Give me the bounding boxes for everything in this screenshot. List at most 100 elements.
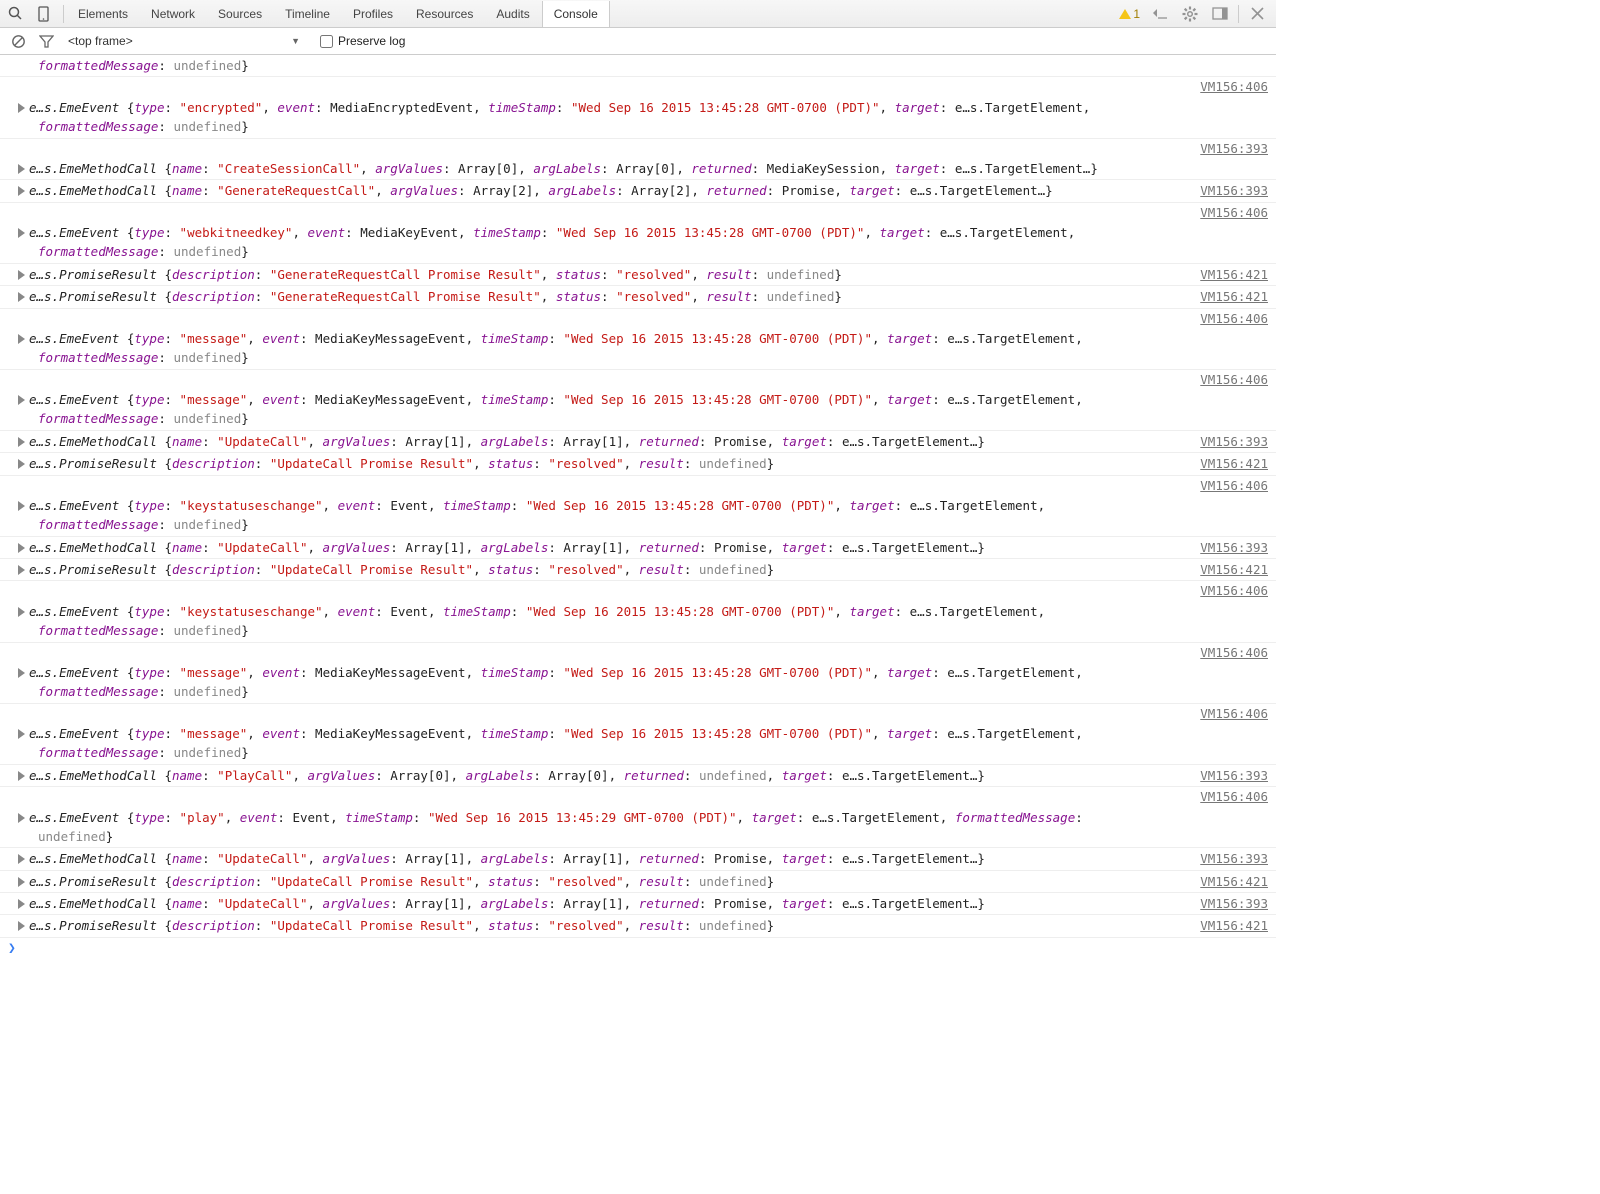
source-link[interactable]: VM156:421 — [1192, 454, 1268, 473]
expand-icon[interactable] — [18, 501, 25, 511]
console-log-entry[interactable]: VM156:393e…s.EmeMethodCall {name: "Updat… — [0, 893, 1276, 915]
console-log-entry[interactable]: VM156:421e…s.PromiseResult {description:… — [0, 871, 1276, 893]
source-link[interactable]: VM156:421 — [1192, 560, 1268, 579]
device-mode-icon[interactable] — [30, 0, 60, 28]
expand-icon[interactable] — [18, 186, 25, 196]
settings-gear-icon[interactable] — [1175, 0, 1205, 28]
console-log-entry[interactable]: VM156:393e…s.EmeMethodCall {name: "Updat… — [0, 537, 1276, 559]
source-link[interactable]: VM156:393 — [1192, 141, 1268, 156]
console-source-link-row: VM156:406 — [0, 370, 1276, 389]
source-link[interactable]: VM156:406 — [1192, 205, 1268, 220]
console-log-entry[interactable]: VM156:421e…s.PromiseResult {description:… — [0, 915, 1276, 937]
expand-icon[interactable] — [18, 459, 25, 469]
preserve-log-input[interactable] — [320, 35, 333, 48]
source-link[interactable]: VM156:406 — [1192, 583, 1268, 598]
tab-elements[interactable]: Elements — [67, 1, 140, 27]
expand-icon[interactable] — [18, 103, 25, 113]
source-link[interactable]: VM156:421 — [1192, 872, 1268, 891]
console-log-entry[interactable]: e…s.EmeEvent {type: "encrypted", event: … — [0, 97, 1276, 139]
source-link[interactable]: VM156:406 — [1192, 789, 1268, 804]
console-log-entry[interactable]: VM156:393e…s.EmeMethodCall {name: "PlayC… — [0, 765, 1276, 787]
console-log-entry[interactable]: VM156:421e…s.PromiseResult {description:… — [0, 453, 1276, 475]
console-log-entry[interactable]: e…s.EmeEvent {type: "play", event: Event… — [0, 807, 1276, 849]
expand-icon[interactable] — [18, 668, 25, 678]
expand-icon[interactable] — [18, 899, 25, 909]
preserve-log-checkbox[interactable]: Preserve log — [320, 34, 405, 48]
source-link[interactable]: VM156:406 — [1192, 478, 1268, 493]
expand-icon[interactable] — [18, 292, 25, 302]
console-source-link-row: VM156:406 — [0, 643, 1276, 662]
expand-icon[interactable] — [18, 921, 25, 931]
console-log-entry[interactable]: e…s.EmeEvent {type: "message", event: Me… — [0, 328, 1276, 370]
expand-icon[interactable] — [18, 270, 25, 280]
console-log-entry[interactable]: VM156:421e…s.PromiseResult {description:… — [0, 559, 1276, 581]
console-source-link-row: VM156:406 — [0, 309, 1276, 328]
source-link[interactable]: VM156:421 — [1192, 916, 1268, 935]
tab-audits[interactable]: Audits — [485, 1, 541, 27]
expand-icon[interactable] — [18, 543, 25, 553]
console-log-entry[interactable]: e…s.EmeMethodCall {name: "CreateSessionC… — [0, 158, 1276, 180]
source-link[interactable]: VM156:393 — [1192, 432, 1268, 451]
source-link[interactable]: VM156:421 — [1192, 265, 1268, 284]
warnings-badge[interactable]: 1 — [1114, 7, 1145, 21]
console-log-entry[interactable]: e…s.EmeEvent {type: "keystatuseschange",… — [0, 601, 1276, 643]
tab-sources[interactable]: Sources — [207, 1, 274, 27]
tab-resources[interactable]: Resources — [405, 1, 485, 27]
expand-icon[interactable] — [18, 228, 25, 238]
source-link[interactable]: VM156:393 — [1192, 538, 1268, 557]
source-link[interactable]: VM156:406 — [1192, 79, 1268, 94]
clear-console-icon[interactable] — [6, 29, 30, 53]
source-link[interactable]: VM156:406 — [1192, 706, 1268, 721]
console-log-entry[interactable]: VM156:393e…s.EmeMethodCall {name: "Updat… — [0, 848, 1276, 870]
source-link[interactable]: VM156:393 — [1192, 849, 1268, 868]
console-source-link-row: VM156:406 — [0, 704, 1276, 723]
tab-profiles[interactable]: Profiles — [342, 1, 405, 27]
source-link[interactable]: VM156:393 — [1192, 894, 1268, 913]
source-link[interactable]: VM156:406 — [1192, 372, 1268, 387]
tab-console[interactable]: Console — [542, 1, 610, 27]
panel-tabs: ElementsNetworkSourcesTimelineProfilesRe… — [67, 1, 1114, 27]
expand-icon[interactable] — [18, 437, 25, 447]
chevron-down-icon: ▼ — [291, 36, 300, 46]
console-log-entry[interactable]: VM156:421e…s.PromiseResult {description:… — [0, 264, 1276, 286]
frame-selector[interactable]: <top frame> ▼ — [62, 32, 306, 50]
tab-network[interactable]: Network — [140, 1, 207, 27]
expand-icon[interactable] — [18, 729, 25, 739]
expand-icon[interactable] — [18, 164, 25, 174]
source-link[interactable]: VM156:406 — [1192, 311, 1268, 326]
console-log-entry[interactable]: e…s.EmeEvent {type: "message", event: Me… — [0, 389, 1276, 431]
source-link[interactable]: VM156:406 — [1192, 645, 1268, 660]
console-log-entry[interactable]: VM156:421e…s.PromiseResult {description:… — [0, 286, 1276, 308]
tab-timeline[interactable]: Timeline — [274, 1, 342, 27]
console-log-entry[interactable]: e…s.EmeEvent {type: "webkitneedkey", eve… — [0, 222, 1276, 264]
devtools-toolbar: ElementsNetworkSourcesTimelineProfilesRe… — [0, 0, 1276, 28]
console-log-entry[interactable]: formattedMessage: undefined} — [0, 55, 1276, 77]
expand-icon[interactable] — [18, 565, 25, 575]
console-log-entry[interactable]: VM156:393e…s.EmeMethodCall {name: "Gener… — [0, 180, 1276, 202]
close-icon[interactable] — [1242, 0, 1272, 28]
console-log-entry[interactable]: e…s.EmeEvent {type: "keystatuseschange",… — [0, 495, 1276, 537]
warning-icon — [1119, 9, 1131, 19]
expand-icon[interactable] — [18, 877, 25, 887]
source-link[interactable]: VM156:393 — [1192, 766, 1268, 785]
expand-icon[interactable] — [18, 854, 25, 864]
filter-icon[interactable] — [34, 29, 58, 53]
console-prompt[interactable]: ❯ — [0, 938, 1276, 959]
expand-icon[interactable] — [18, 395, 25, 405]
console-source-link-row: VM156:406 — [0, 787, 1276, 806]
dock-side-icon[interactable] — [1205, 0, 1235, 28]
console-log-entry[interactable]: VM156:393e…s.EmeMethodCall {name: "Updat… — [0, 431, 1276, 453]
console-source-link-row: VM156:406 — [0, 581, 1276, 600]
expand-icon[interactable] — [18, 771, 25, 781]
show-drawer-icon[interactable] — [1145, 0, 1175, 28]
console-log-entry[interactable]: e…s.EmeEvent {type: "message", event: Me… — [0, 723, 1276, 765]
source-link[interactable]: VM156:421 — [1192, 287, 1268, 306]
expand-icon[interactable] — [18, 813, 25, 823]
source-link[interactable]: VM156:393 — [1192, 181, 1268, 200]
expand-icon[interactable] — [18, 334, 25, 344]
console-source-link-row: VM156:393 — [0, 139, 1276, 158]
search-icon[interactable] — [0, 0, 30, 28]
expand-icon[interactable] — [18, 607, 25, 617]
console-source-link-row: VM156:406 — [0, 203, 1276, 222]
console-log-entry[interactable]: e…s.EmeEvent {type: "message", event: Me… — [0, 662, 1276, 704]
